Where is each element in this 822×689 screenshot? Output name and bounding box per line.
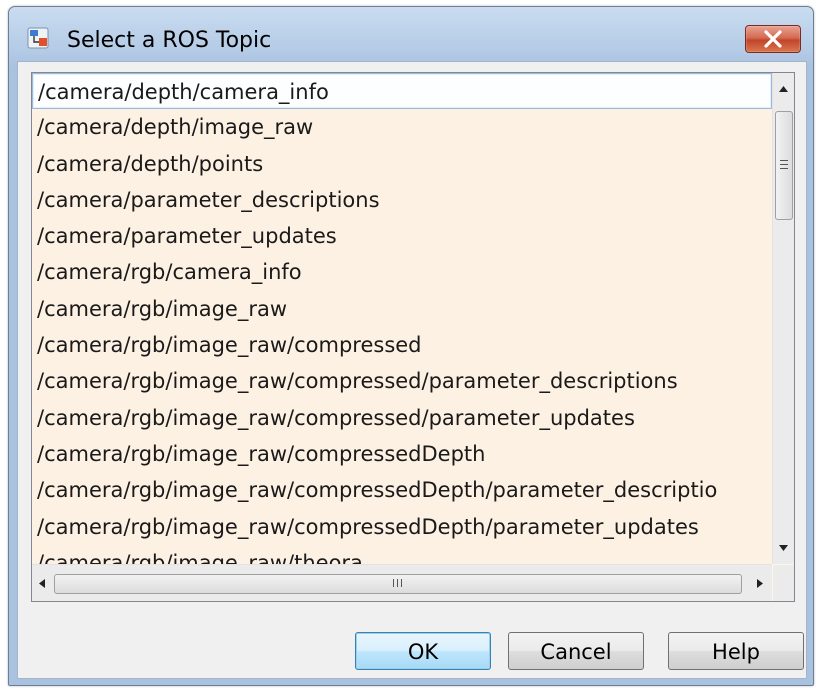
- grip-icon: [780, 160, 788, 169]
- topic-list-item[interactable]: /camera/rgb/image_raw/compressed: [32, 327, 772, 363]
- topic-list-item[interactable]: /camera/rgb/image_raw/compressed/paramet…: [32, 363, 772, 399]
- window-title: Select a ROS Topic: [67, 28, 272, 53]
- grip-icon: [393, 579, 402, 587]
- scroll-left-arrow-icon[interactable]: [38, 578, 46, 589]
- topic-list-item[interactable]: /camera/parameter_descriptions: [32, 182, 772, 218]
- cancel-button[interactable]: Cancel: [508, 632, 644, 670]
- scroll-up-arrow-icon[interactable]: [778, 85, 789, 93]
- topic-list-item[interactable]: /camera/rgb/image_raw/compressedDepth/pa…: [32, 472, 772, 508]
- topic-list-item[interactable]: /camera/depth/camera_info: [32, 73, 772, 110]
- topic-list-item[interactable]: /camera/depth/points: [32, 146, 772, 182]
- horizontal-scrollbar[interactable]: [32, 564, 772, 601]
- topic-list-item[interactable]: /camera/rgb/image_raw: [32, 291, 772, 327]
- scrollbar-corner: [773, 565, 794, 601]
- scroll-down-arrow-icon[interactable]: [778, 544, 789, 552]
- vertical-scroll-thumb[interactable]: [775, 111, 793, 220]
- horizontal-scroll-thumb[interactable]: [54, 574, 742, 594]
- dialog-client-area: /camera/depth/camera_info/camera/depth/i…: [17, 61, 807, 679]
- dialog-window: Select a ROS Topic /camera/depth/camera_…: [8, 6, 814, 686]
- close-icon: [764, 30, 782, 48]
- topic-list-item[interactable]: /camera/rgb/image_raw/compressedDepth: [32, 436, 772, 472]
- help-button[interactable]: Help: [668, 632, 804, 670]
- simulink-app-icon: [27, 27, 49, 49]
- topic-listbox[interactable]: /camera/depth/camera_info/camera/depth/i…: [31, 72, 795, 602]
- topic-list-item[interactable]: /camera/rgb/camera_info: [32, 254, 772, 290]
- topic-list-item[interactable]: /camera/depth/image_raw: [32, 109, 772, 145]
- topic-list-item[interactable]: /camera/rgb/image_raw/compressedDepth/pa…: [32, 509, 772, 545]
- topic-list[interactable]: /camera/depth/camera_info/camera/depth/i…: [32, 73, 772, 564]
- scroll-right-arrow-icon[interactable]: [756, 578, 764, 589]
- topic-list-item[interactable]: /camera/rgb/image_raw/compressed/paramet…: [32, 400, 772, 436]
- topic-list-item[interactable]: /camera/parameter_updates: [32, 218, 772, 254]
- close-button[interactable]: [745, 25, 801, 53]
- ok-button[interactable]: OK: [355, 632, 491, 670]
- vertical-scrollbar[interactable]: [772, 73, 794, 564]
- topic-list-item[interactable]: /camera/rgb/image_raw/theora: [32, 545, 772, 564]
- title-bar[interactable]: Select a ROS Topic: [9, 7, 813, 61]
